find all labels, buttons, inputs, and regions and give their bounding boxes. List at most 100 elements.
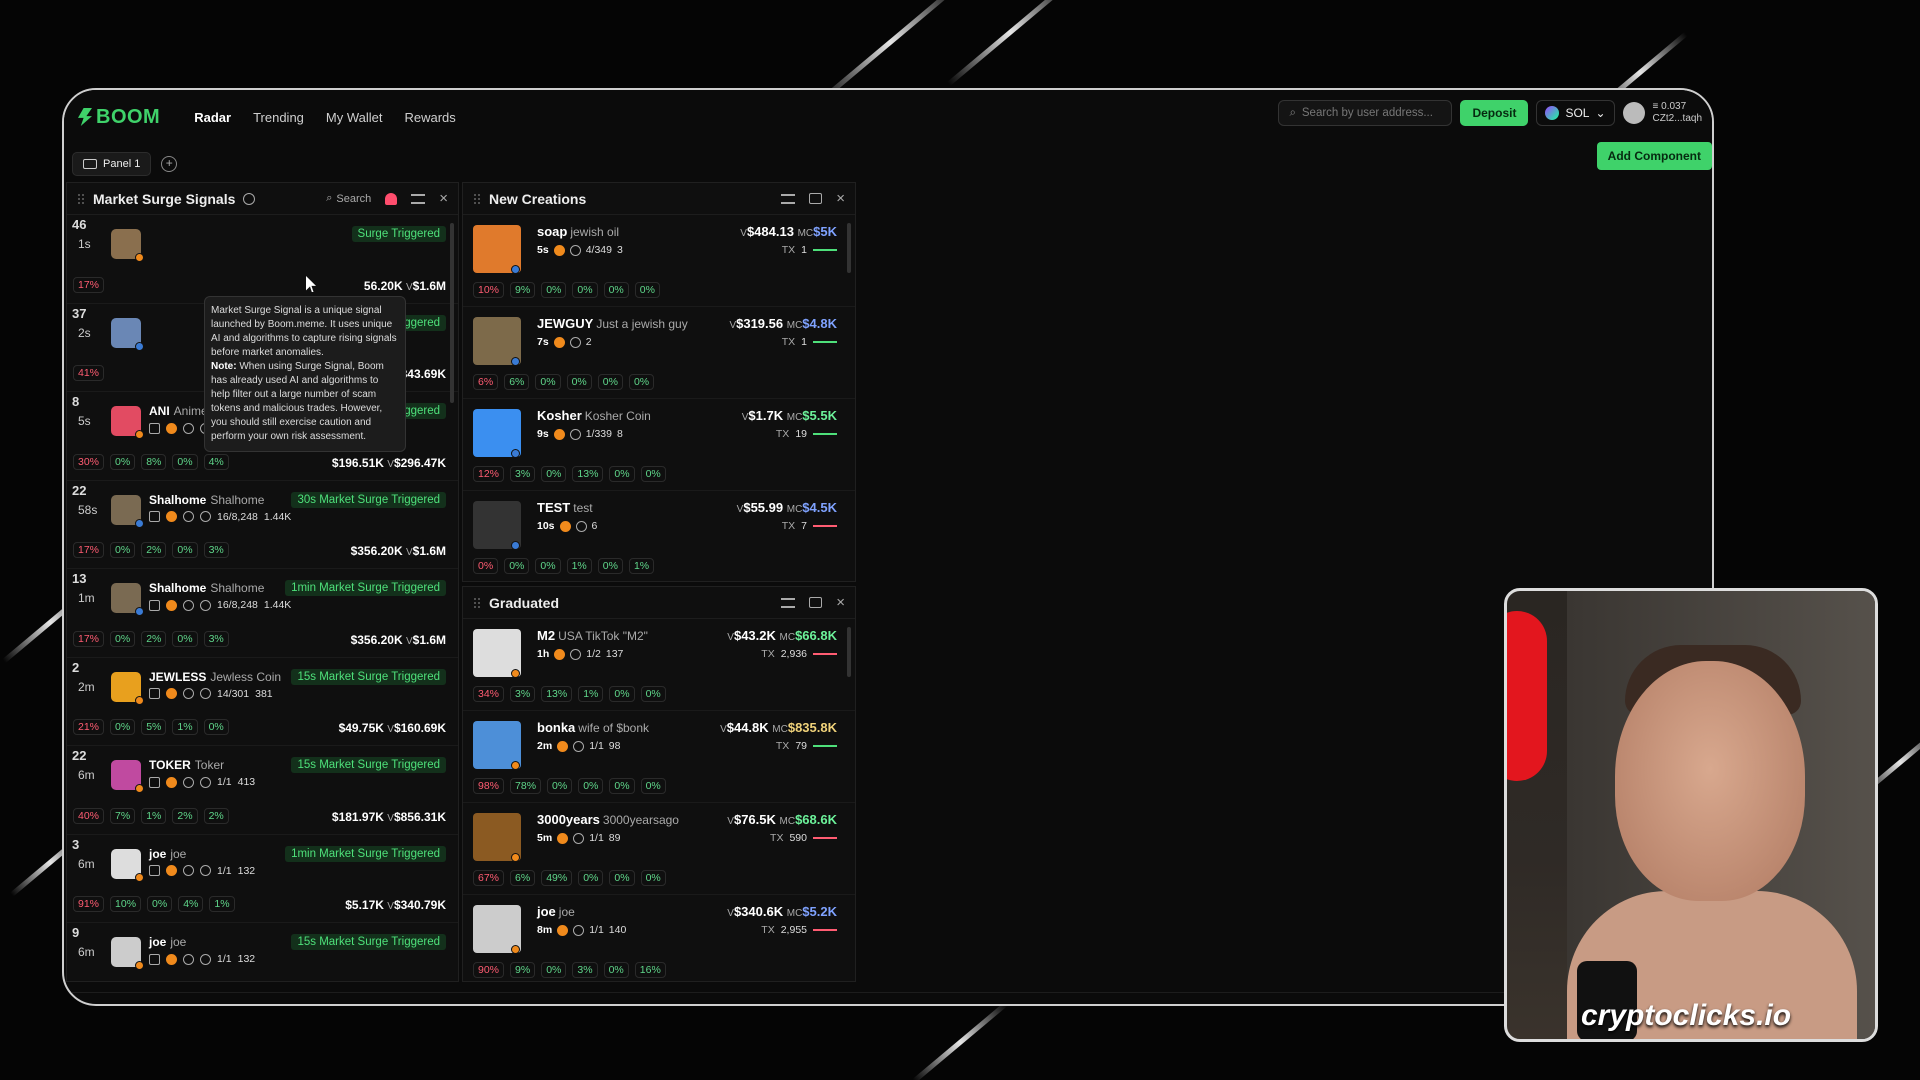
- add-panel-icon[interactable]: +: [161, 156, 178, 172]
- avatar[interactable]: [1622, 102, 1645, 124]
- token-name[interactable]: Shalhome Shalhome: [149, 581, 264, 595]
- nav-my-wallet[interactable]: My Wallet: [326, 110, 383, 125]
- token-symbol: joe: [537, 904, 556, 919]
- token-row[interactable]: joe joe 8m 1/1 140 V$340.6K MC$5.2K TX 2,955 90%…: [463, 895, 855, 981]
- filter-icon[interactable]: [781, 597, 796, 608]
- token-name[interactable]: joe joe: [149, 935, 186, 949]
- add-component-button[interactable]: Add Component: [1596, 142, 1712, 170]
- scrollbar[interactable]: [450, 223, 454, 403]
- token-name[interactable]: TOKER Toker: [149, 758, 224, 772]
- token-row[interactable]: soap jewish oil 5s 4/349 3 V$484.13 MC$5K TX 1 1…: [463, 215, 855, 307]
- bell-icon[interactable]: [385, 192, 398, 205]
- globe-icon[interactable]: [200, 865, 211, 876]
- drag-handle-icon[interactable]: [77, 192, 85, 205]
- close-icon[interactable]: ×: [439, 190, 448, 207]
- close-icon[interactable]: ×: [836, 190, 845, 207]
- surge-row[interactable]: 13 1m Shalhome Shalhome 1min Market Surge Tr…: [67, 569, 458, 658]
- nav-radar[interactable]: Radar: [194, 110, 231, 125]
- search-icon[interactable]: [569, 336, 581, 348]
- logo[interactable]: BOOM: [78, 106, 160, 129]
- stat-chip: 0%: [535, 558, 561, 574]
- main-nav: Radar Trending My Wallet Rewards: [194, 110, 456, 125]
- chat-icon[interactable]: [809, 193, 823, 204]
- token-name[interactable]: Kosher Kosher Coin: [537, 408, 651, 423]
- tx-value: 79: [795, 740, 807, 752]
- token-name[interactable]: joe joe: [149, 847, 186, 861]
- search-icon[interactable]: [573, 924, 585, 936]
- search-icon[interactable]: [183, 953, 194, 965]
- surge-row[interactable]: 46 1s Surge Triggered 17% 56.20K V$1.6M: [67, 215, 458, 304]
- currency-select[interactable]: SOL ⌄: [1536, 100, 1615, 126]
- token-fullname: joe: [558, 905, 575, 919]
- scrollbar[interactable]: [847, 223, 851, 273]
- token-name[interactable]: JEWGUY Just a jewish guy: [537, 316, 688, 331]
- stat-chip: 0%: [597, 558, 623, 574]
- info-icon[interactable]: [243, 192, 256, 205]
- token-row[interactable]: M2 USA TikTok "M2" 1h 1/2 137 V$43.2K MC$66.8…: [463, 619, 855, 711]
- token-icons: 16/8,248 1.44K: [149, 511, 291, 523]
- token-name[interactable]: [149, 227, 153, 241]
- globe-icon[interactable]: [200, 599, 211, 611]
- token-symbol: joe: [149, 935, 167, 949]
- token-name[interactable]: TEST test: [537, 500, 593, 515]
- globe-icon[interactable]: [200, 511, 211, 522]
- token-name[interactable]: 3000years 3000yearsago: [537, 812, 679, 827]
- token-row[interactable]: Kosher Kosher Coin 9s 1/339 8 V$1.7K MC$5.5K T…: [463, 399, 855, 491]
- status-dot: [135, 961, 144, 970]
- filter-icon[interactable]: [781, 193, 796, 204]
- token-row[interactable]: bonka wife of $bonk 2m 1/1 98 V$44.8K MC$835.…: [463, 711, 855, 803]
- drag-handle-icon[interactable]: [473, 596, 481, 609]
- status-dot: [135, 518, 144, 528]
- surge-row[interactable]: 3 6m joe joe 1min Market Surge Triggered 1/1 1…: [67, 835, 458, 923]
- market-cap: $49.75K: [338, 721, 384, 735]
- tab-panel-1[interactable]: Panel 1: [72, 152, 152, 176]
- token-name[interactable]: [149, 316, 153, 330]
- search-icon[interactable]: [183, 511, 194, 522]
- search-icon[interactable]: [573, 740, 585, 752]
- drag-handle-icon[interactable]: [473, 192, 481, 205]
- surge-row[interactable]: 22 6m TOKER Toker 15s Market Surge Triggered…: [67, 746, 458, 835]
- surge-row[interactable]: 22 58s Shalhome Shalhome 30s Market Surge Tr…: [67, 481, 458, 569]
- stat-chip: 0%: [597, 374, 623, 390]
- holders-count: 4/349: [585, 244, 612, 256]
- search-icon[interactable]: [573, 832, 585, 844]
- search-icon[interactable]: [570, 648, 582, 660]
- tx-count: TX 1: [782, 244, 837, 256]
- token-name[interactable]: soap jewish oil: [537, 224, 619, 239]
- close-icon[interactable]: ×: [836, 594, 845, 611]
- search-icon[interactable]: [183, 776, 194, 788]
- market-cap-label: MC: [779, 632, 796, 643]
- token-name[interactable]: M2 USA TikTok "M2": [537, 628, 648, 643]
- globe-icon[interactable]: [200, 776, 211, 788]
- deposit-button[interactable]: Deposit: [1460, 100, 1529, 126]
- nav-rewards[interactable]: Rewards: [404, 110, 455, 125]
- token-row[interactable]: JEWGUY Just a jewish guy 7s 2 V$319.56 MC$4.…: [463, 307, 855, 399]
- token-symbol: M2: [537, 628, 556, 643]
- search-icon[interactable]: [183, 422, 194, 434]
- address-search-input[interactable]: ⌕ Search by user address...: [1278, 100, 1453, 126]
- token-name[interactable]: JEWLESS Jewless Coin: [149, 670, 281, 684]
- nav-trending[interactable]: Trending: [253, 110, 304, 125]
- search-icon[interactable]: [183, 599, 194, 611]
- account-info[interactable]: ≡ 0.037 CZt2...taqh: [1653, 101, 1702, 125]
- search-icon[interactable]: [569, 244, 581, 256]
- token-row[interactable]: TEST test 10s 6 V$55.99 MC$4.5K TX 7 0% 0% 0% 1% 0%…: [463, 491, 855, 581]
- holders-count: 1/1: [589, 740, 604, 752]
- globe-icon[interactable]: [200, 953, 211, 965]
- search-icon[interactable]: [183, 688, 194, 699]
- search-icon[interactable]: [183, 865, 194, 876]
- tx-bar: [813, 341, 837, 343]
- token-name[interactable]: joe joe: [537, 904, 575, 919]
- search-icon[interactable]: [575, 520, 587, 532]
- scrollbar[interactable]: [847, 627, 851, 677]
- token-name[interactable]: bonka wife of $bonk: [537, 720, 649, 735]
- filter-icon[interactable]: [411, 193, 426, 204]
- surge-row[interactable]: 2 2m JEWLESS Jewless Coin 15s Market Surge T…: [67, 658, 458, 746]
- chat-icon[interactable]: [809, 597, 823, 608]
- token-row[interactable]: 3000years 3000yearsago 5m 1/1 89 V$76.5K MC$6…: [463, 803, 855, 895]
- token-name[interactable]: Shalhome Shalhome: [149, 493, 264, 507]
- search-icon[interactable]: [569, 428, 581, 440]
- panel-search[interactable]: ⌕ Search: [326, 192, 371, 205]
- top-actions: ⌕ Search by user address... Deposit SOL ⌄ …: [1278, 100, 1702, 126]
- globe-icon[interactable]: [200, 688, 211, 699]
